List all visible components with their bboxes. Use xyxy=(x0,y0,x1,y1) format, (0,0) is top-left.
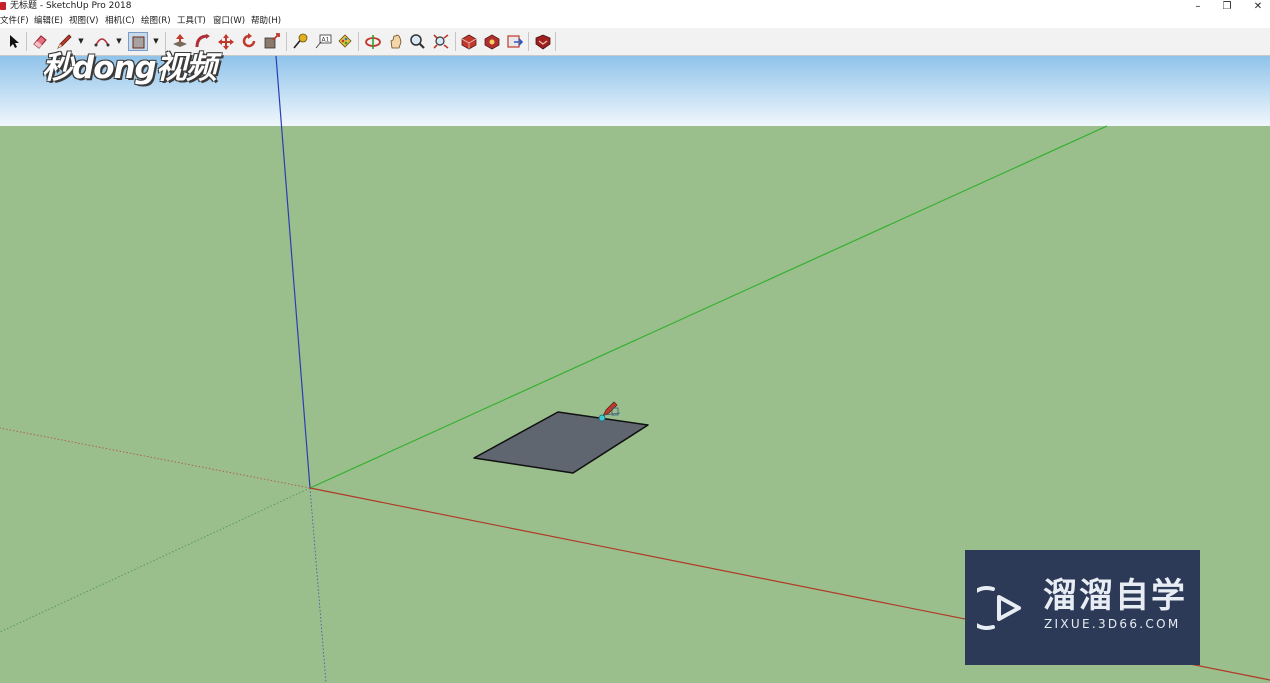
menu-bar: 文件(F) 编辑(E) 视图(V) 相机(C) 绘图(R) 工具(T) 窗口(W… xyxy=(0,14,1270,28)
zixue-url: ZIXUE.3D66.COM xyxy=(1044,617,1181,631)
menu-tools[interactable]: 工具(T) xyxy=(177,16,206,26)
title-bar: 无标题 - SketchUp Pro 2018 – ❐ ✕ xyxy=(0,0,1270,14)
toolbar-divider xyxy=(26,32,27,51)
close-button[interactable]: ✕ xyxy=(1244,0,1270,14)
zoom-extents-icon[interactable] xyxy=(431,32,451,51)
window-title: 无标题 - SketchUp Pro 2018 xyxy=(10,1,132,11)
minimize-button[interactable]: – xyxy=(1184,0,1212,14)
move-icon[interactable] xyxy=(216,32,236,51)
toolbar-divider xyxy=(555,32,556,51)
paint-bucket-icon[interactable] xyxy=(335,32,355,51)
svg-text:A1: A1 xyxy=(322,37,330,44)
send-to-layout-icon[interactable] xyxy=(505,32,525,51)
sketchup-app-icon xyxy=(0,2,6,10)
menu-edit[interactable]: 编辑(E) xyxy=(34,16,63,26)
toolbar-divider xyxy=(358,32,359,51)
rotate-icon[interactable] xyxy=(239,32,259,51)
restore-button[interactable]: ❐ xyxy=(1213,0,1241,14)
toolbar-divider xyxy=(528,32,529,51)
menu-window[interactable]: 窗口(W) xyxy=(213,16,245,26)
menu-help[interactable]: 帮助(H) xyxy=(251,16,281,26)
extension-manager-icon[interactable] xyxy=(533,32,553,51)
menu-view[interactable]: 视图(V) xyxy=(69,16,98,26)
3d-warehouse-icon[interactable] xyxy=(459,32,479,51)
text-label-icon[interactable]: A1 xyxy=(313,32,333,51)
select-tool-icon[interactable] xyxy=(4,32,24,51)
qiudong-video-watermark: 秒dong视频 xyxy=(42,50,217,86)
extension-warehouse-icon[interactable] xyxy=(482,32,502,51)
tape-measure-icon[interactable] xyxy=(290,32,310,51)
play-logo-icon xyxy=(977,586,1021,630)
zoom-magnifier-icon[interactable] xyxy=(408,32,428,51)
toolbar-divider xyxy=(455,32,456,51)
pan-hand-icon[interactable] xyxy=(386,32,406,51)
menu-draw[interactable]: 绘图(R) xyxy=(141,16,171,26)
zixue-brand-name: 溜溜自学 xyxy=(1043,576,1187,616)
toolbar-divider xyxy=(286,32,287,51)
zixue-watermark: 溜溜自学 ZIXUE.3D66.COM xyxy=(965,550,1200,665)
orbit-icon[interactable] xyxy=(363,32,383,51)
scale-icon[interactable] xyxy=(262,32,282,51)
menu-file[interactable]: 文件(F) xyxy=(0,16,29,26)
menu-camera[interactable]: 相机(C) xyxy=(105,16,135,26)
